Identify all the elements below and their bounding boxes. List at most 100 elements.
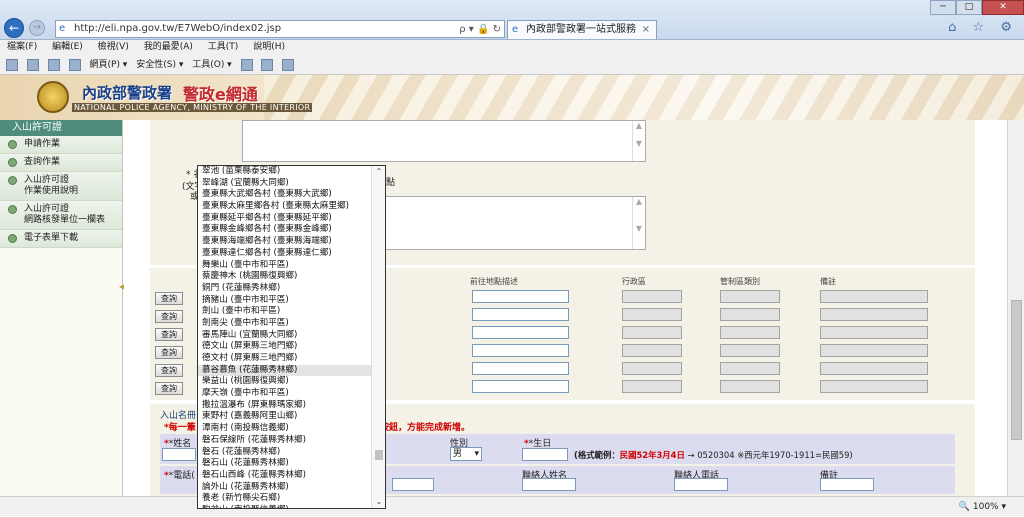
dropdown-option[interactable]: 摩天嶺 (臺中市和平區) (198, 388, 385, 400)
address-bar[interactable]: e http://eli.npa.gov.tw/E7WebO/index02.j… (55, 20, 505, 38)
dropdown-option[interactable]: 臺東縣達仁鄉各村 (臺東縣達仁鄉) (198, 248, 385, 260)
dropdown-scroll-thumb[interactable] (375, 450, 383, 460)
menu-tools[interactable]: 工具(T) (208, 42, 239, 52)
dropdown-option[interactable]: 潭南村 (南投縣信義鄉) (198, 423, 385, 435)
help-icon[interactable] (240, 58, 253, 71)
remark-field (820, 308, 928, 321)
addon-icon[interactable] (261, 58, 274, 71)
query-button[interactable]: 查詢 (155, 364, 183, 377)
birth-input[interactable] (522, 448, 568, 461)
dropdown-option[interactable]: 翠池 (苗栗縣泰安鄉) (198, 166, 385, 178)
dropdown-option[interactable]: 樂益山 (桃園縣復興鄉) (198, 376, 385, 388)
destination-input[interactable] (472, 362, 569, 375)
remark-input[interactable] (820, 478, 874, 491)
mail-icon[interactable] (47, 58, 60, 71)
toolbar-safety[interactable]: 安全性(S) ▾ (136, 60, 183, 70)
toolbar-page[interactable]: 網頁(P) ▾ (90, 60, 128, 70)
location-dropdown-list[interactable]: 翠池 (苗栗縣泰安鄉) 翠峰湖 (宜蘭縣大同鄉) 臺東縣大武鄉各村 (臺東縣大武鄉)… (197, 165, 386, 509)
dropdown-option[interactable]: 慕谷慕魚 (花蓮縣秀林鄉) (198, 364, 385, 377)
dropdown-option[interactable]: 臺東縣海端鄉各村 (臺東縣海端鄉) (198, 236, 385, 248)
scrollbar-thumb[interactable] (1011, 300, 1022, 440)
close-button[interactable]: ✕ (982, 0, 1024, 15)
tab-favicon: e (512, 24, 519, 35)
birth-hint-prefix: (格式範例： (574, 450, 620, 460)
query-button[interactable]: 查詢 (155, 382, 183, 395)
browser-right-icons[interactable]: ⌂ ☆ ⚙ (948, 20, 1018, 35)
dropdown-option[interactable]: 翠峰湖 (宜蘭縣大同鄉) (198, 178, 385, 190)
warning-text: *每一筆 (164, 423, 196, 433)
destination-input[interactable] (472, 290, 569, 303)
dropdown-option[interactable]: 磐石山西峰 (花蓮縣秀林鄉) (198, 470, 385, 482)
remark-field (820, 344, 928, 357)
name-input[interactable] (162, 448, 196, 461)
dropdown-option[interactable]: 審馬陣山 (宜蘭縣大同鄉) (198, 330, 385, 342)
sidebar-item-manual[interactable]: 入山許可證 作業使用說明 (0, 172, 122, 201)
dropdown-option[interactable]: 蔡慶神木 (桃園縣復興鄉) (198, 271, 385, 283)
dropdown-option[interactable]: 銅門 (花蓮縣秀林鄉) (198, 283, 385, 295)
control-type-field (720, 362, 780, 375)
col-control-type: 管制區類別 (720, 277, 760, 286)
destination-input[interactable] (472, 344, 569, 357)
dropdown-option[interactable]: 摘豬山 (臺中市和平區) (198, 295, 385, 307)
address-input[interactable] (392, 478, 434, 491)
dropdown-option[interactable]: 德文山 (屏東縣三地門鄉) (198, 341, 385, 353)
sidebar-item-label: 入山許可證 作業使用說明 (24, 175, 79, 196)
menu-favorites[interactable]: 我的最愛(A) (144, 42, 193, 52)
query-button[interactable]: 查詢 (155, 328, 183, 341)
menu-file[interactable]: 檔案(F) (7, 42, 37, 52)
back-button[interactable]: ← (4, 18, 24, 38)
dropdown-option[interactable]: 駒盆山 (南投縣信義鄉) (198, 505, 385, 508)
home-icon[interactable] (6, 58, 18, 71)
dropdown-option[interactable]: 劍南尖 (臺中市和平區) (198, 318, 385, 330)
print-icon[interactable] (68, 58, 81, 71)
bullet-icon (8, 140, 17, 149)
query-button[interactable]: 查詢 (155, 292, 183, 305)
dropdown-option[interactable]: 臺東縣金峰鄉各村 (臺東縣金峰鄉) (198, 224, 385, 236)
dropdown-option[interactable]: 舞樂山 (臺中市和平區) (198, 260, 385, 272)
skype-icon[interactable] (282, 58, 295, 71)
maximize-button[interactable]: □ (956, 0, 982, 15)
sidebar-item-apply[interactable]: 申請作業 (0, 136, 122, 154)
browser-tab[interactable]: e 內政部警政署一站式服務 × (507, 20, 657, 39)
destination-input[interactable] (472, 380, 569, 393)
destination-input[interactable] (472, 326, 569, 339)
sidebar-item-offices[interactable]: 入山許可證 網路核發單位一欄表 (0, 201, 122, 230)
dropdown-option[interactable]: 磐石 (花蓮縣秀林鄉) (198, 447, 385, 459)
toolbar-tools[interactable]: 工具(O) ▾ (192, 60, 232, 70)
dropdown-option[interactable]: 臺東縣太麻里鄉各村 (臺東縣太麻里鄉) (198, 201, 385, 213)
police-seal-logo (37, 81, 69, 113)
gender-select[interactable]: 男 ▾ (450, 447, 482, 461)
dropdown-option[interactable]: 磐石保線所 (花蓮縣秀林鄉) (198, 435, 385, 447)
dropdown-option[interactable]: 磐石山 (花蓮縣秀林鄉) (198, 458, 385, 470)
tab-close-icon[interactable]: × (642, 21, 650, 39)
destination-input[interactable] (472, 308, 569, 321)
dropdown-scrollbar[interactable]: ⌃ ⌄ (371, 166, 385, 508)
forward-button[interactable]: → (29, 20, 45, 36)
scroll-down-icon[interactable]: ⌄ (372, 496, 385, 508)
dropdown-option[interactable]: 撒拉溫瀑布 (屏東縣瑪家鄉) (198, 400, 385, 412)
menu-view[interactable]: 檢視(V) (98, 42, 129, 52)
dropdown-option[interactable]: 臺東縣大武鄉各村 (臺東縣大武鄉) (198, 189, 385, 201)
scroll-up-icon[interactable]: ⌃ (372, 166, 385, 178)
address-tools[interactable]: ρ ▾ 🔒 ↻ (459, 22, 501, 38)
sidebar-item-query[interactable]: 查詢作業 (0, 154, 122, 172)
description-textarea[interactable]: ▲ ▼ (242, 120, 646, 162)
menu-help[interactable]: 說明(H) (253, 42, 285, 52)
dropdown-option[interactable]: 東野村 (嘉義縣阿里山鄉) (198, 411, 385, 423)
query-button[interactable]: 查詢 (155, 310, 183, 323)
menu-edit[interactable]: 編輯(E) (52, 42, 83, 52)
page-scrollbar[interactable] (1007, 120, 1024, 496)
dropdown-option[interactable]: 養老 (新竹縣尖石鄉) (198, 493, 385, 505)
feeds-icon[interactable] (26, 58, 39, 71)
dropdown-option[interactable]: 臺東縣延平鄉各村 (臺東縣延平鄉) (198, 213, 385, 225)
zoom-control[interactable]: 🔍 100% ▾ (959, 497, 1006, 517)
sidebar-item-download[interactable]: 電子表單下載 (0, 230, 122, 248)
dropdown-option[interactable]: 劍山 (臺中市和平區) (198, 306, 385, 318)
dropdown-option[interactable]: 德文村 (屏東縣三地門鄉) (198, 353, 385, 365)
contact-name-input[interactable] (522, 478, 576, 491)
contact-phone-input[interactable] (674, 478, 728, 491)
route-textarea[interactable]: ▲ ▼ (365, 196, 646, 250)
query-button[interactable]: 查詢 (155, 346, 183, 359)
minimize-button[interactable]: ─ (930, 0, 956, 15)
dropdown-option[interactable]: 論外山 (花蓮縣秀林鄉) (198, 482, 385, 494)
